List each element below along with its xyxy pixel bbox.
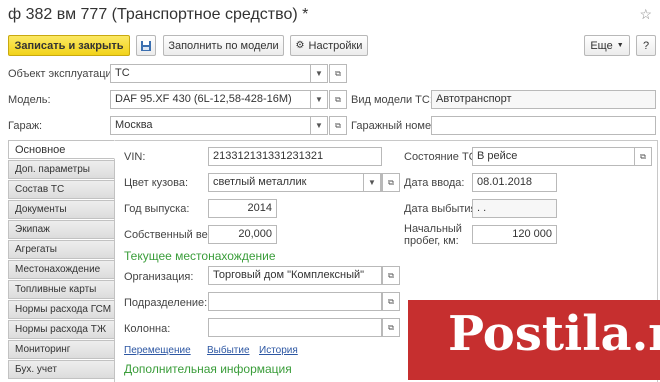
open-icon[interactable]: ⧉ [382,266,400,285]
mileage-label-line1: Начальный [404,223,462,235]
model-kind-label: Вид модели ТС: [351,94,433,106]
year-field[interactable]: 2014 [208,199,277,218]
settings-icon: ⚙ [295,40,305,51]
garage-label: Гараж: [8,120,43,132]
year-label: Год выпуска: [124,203,190,215]
open-icon[interactable]: ⧉ [329,116,347,135]
tab-documents[interactable]: Документы [8,200,115,219]
tab-main[interactable]: Основное [8,140,115,159]
weight-field[interactable]: 20,000 [208,225,277,244]
open-icon[interactable]: ⧉ [382,292,400,311]
postila-watermark: Postila.ru [408,300,660,380]
color-label: Цвет кузова: [124,177,189,189]
location-section-title: Текущее местонахождение [124,249,276,263]
mileage-label-line2: пробег, км: [404,235,459,247]
additional-section-title: Дополнительная информация [124,362,292,376]
fill-by-model-button[interactable]: Заполнить по модели [163,35,284,56]
exit-date-label: Дата выбытия: [404,203,480,215]
entry-date-field[interactable]: 08.01.2018 [472,173,557,192]
dropdown-icon[interactable]: ▼ [363,173,381,192]
tab-extra-params[interactable]: Доп. параметры [8,160,115,179]
help-button[interactable]: ? [636,35,656,56]
open-icon[interactable]: ⧉ [329,64,347,83]
garage-number-field[interactable] [431,116,656,135]
dropdown-icon[interactable]: ▼ [310,116,328,135]
settings-button[interactable]: ⚙ Настройки [290,35,368,56]
state-field[interactable]: В рейсе [472,147,636,166]
tab-liquid-norms[interactable]: Нормы расхода ТЖ [8,320,115,339]
favorite-star-icon[interactable]: ☆ [639,6,652,23]
save-icon[interactable] [136,35,156,56]
object-label: Объект эксплуатации: [8,68,121,80]
model-kind-field: Автотранспорт [431,90,656,109]
tab-location[interactable]: Местонахождение [8,260,115,279]
model-field[interactable]: DAF 95.XF 430 (6L-12,58-428-16M) [110,90,327,109]
modified-star: * [297,6,309,23]
garage-field[interactable]: Москва [110,116,327,135]
organization-label: Организация: [124,271,194,283]
window-title: ф 382 вм 777 (Транспортное средство) * [8,6,309,23]
tab-crew[interactable]: Экипаж [8,220,115,239]
division-label: Подразделение: [124,297,208,309]
model-label: Модель: [8,94,51,106]
tab-fuel-cards[interactable]: Топливные карты [8,280,115,299]
open-icon[interactable]: ⧉ [382,173,400,192]
tab-composition[interactable]: Состав ТС [8,180,115,199]
open-icon[interactable]: ⧉ [382,318,400,337]
open-icon[interactable]: ⧉ [329,90,347,109]
open-icon[interactable]: ⧉ [634,147,652,166]
tab-fuel-norms[interactable]: Нормы расхода ГСМ [8,300,115,319]
save-close-button[interactable]: Записать и закрыть [8,35,130,56]
state-label: Состояние ТС: [404,151,480,163]
more-menu-button[interactable]: Еще ▼ [584,35,630,56]
dropdown-icon[interactable]: ▼ [310,64,328,83]
more-label: Еще [590,39,613,52]
watermark-text: Postila.ru [448,306,660,362]
tab-units[interactable]: Агрегаты [8,240,115,259]
vin-field[interactable]: 21331213133123132​1 [208,147,382,166]
dropdown-icon[interactable]: ▼ [310,90,328,109]
settings-label: Настройки [308,39,363,52]
color-field[interactable]: светлый металлик [208,173,382,192]
weight-label: Собственный вес: [124,229,217,241]
object-field[interactable]: ТС [110,64,327,83]
column-field[interactable] [208,318,382,337]
division-field[interactable] [208,292,382,311]
tab-monitoring[interactable]: Мониторинг [8,340,115,359]
vin-label: VIN: [124,151,146,163]
column-label: Колонна: [124,323,171,335]
exit-date-field: . . [472,199,557,218]
organization-field[interactable]: Торговый дом "Комплексный" [208,266,382,285]
exit-link[interactable]: Выбытие [207,345,250,356]
mileage-field[interactable]: 120 000 [472,225,557,244]
move-link[interactable]: Перемещение [124,345,191,356]
chevron-down-icon: ▼ [616,42,624,49]
history-link[interactable]: История [259,345,298,356]
entry-date-label: Дата ввода: [404,177,465,189]
tab-accounting[interactable]: Бух. учет [8,360,115,379]
garage-number-label: Гаражный номер: [351,120,441,132]
